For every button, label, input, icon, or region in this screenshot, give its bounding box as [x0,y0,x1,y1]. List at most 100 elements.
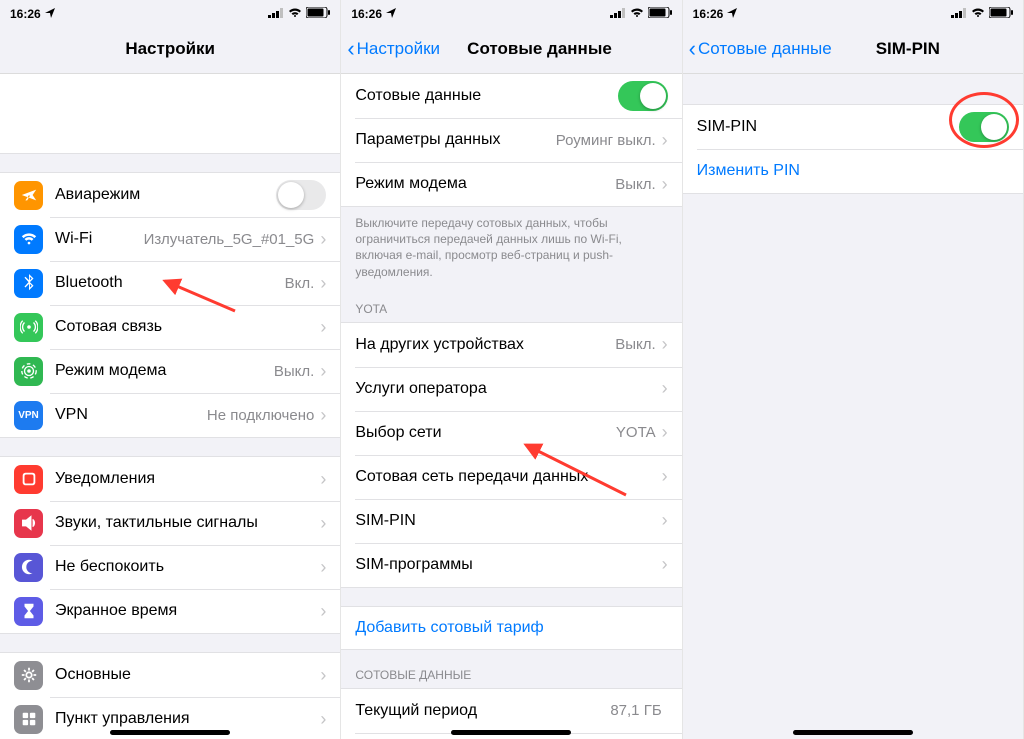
settings-row[interactable]: Не беспокоить› [0,545,340,589]
row-label: Режим модема [355,175,615,193]
nav-bar: ‹ Настройки Сотовые данные [341,24,681,74]
settings-row[interactable]: Текущий период87,1 ГБ [341,689,681,733]
row-value: Не подключено [207,407,314,424]
row-label: Текущий период [355,702,610,720]
bluetooth-icon [14,269,43,298]
chevron-right-icon: › [662,554,668,575]
general-group: Основные›Пункт управления›AAЭкран и ярко… [0,652,340,739]
chevron-right-icon: › [662,510,668,531]
row-label: Сотовая связь [55,318,320,336]
connectivity-group: АвиарежимWi-FiИзлучатель_5G_#01_5G›Bluet… [0,172,340,438]
home-indicator [451,730,571,735]
status-time: 16:26 [10,7,41,21]
home-indicator [110,730,230,735]
carrier-group: На других устройствахВыкл.›Услуги операт… [341,322,681,588]
airplane-icon [14,181,43,210]
simpin-content: SIM-PIN Изменить PIN [683,74,1023,739]
chevron-right-icon: › [662,130,668,151]
row-label: Параметры данных [355,131,555,149]
settings-row[interactable]: Основные› [0,653,340,697]
settings-row[interactable]: SIM-PIN [683,105,1023,149]
add-plan-row[interactable]: Добавить сотовый тариф [341,606,681,650]
chevron-right-icon: › [320,469,326,490]
row-label: Выбор сети [355,424,616,442]
wifi-icon [630,7,644,21]
location-icon [727,7,737,21]
back-label: Сотовые данные [698,39,832,59]
back-button[interactable]: ‹ Настройки [347,38,440,60]
settings-row[interactable]: Сотовая сеть передачи данных› [341,455,681,499]
row-value: YOTA [616,424,656,441]
settings-row[interactable]: Wi-FiИзлучатель_5G_#01_5G› [0,217,340,261]
cellular-pane: 16:26 ‹ Настройки Сотовые данные Сотовые… [341,0,682,739]
chevron-right-icon: › [320,317,326,338]
row-label: Экранное время [55,602,320,620]
hotspot-icon [14,357,43,386]
chevron-right-icon: › [662,466,668,487]
row-value: Роуминг выкл. [556,132,656,149]
dnd-icon [14,553,43,582]
row-label: На других устройствах [355,336,615,354]
toggle-switch[interactable] [959,112,1009,142]
settings-row[interactable]: Уведомления› [0,457,340,501]
row-label: Звуки, тактильные сигналы [55,514,320,532]
wifi-icon [288,7,302,21]
toggle-switch[interactable] [618,81,668,111]
cellular-main-group: Сотовые данныеПараметры данныхРоуминг вы… [341,74,681,207]
chevron-right-icon: › [320,601,326,622]
settings-row[interactable]: Сотовые данные [341,74,681,118]
status-bar: 16:26 [0,4,340,24]
battery-icon [648,7,672,21]
row-label: Основные [55,666,320,684]
settings-row[interactable]: Экранное время› [0,589,340,633]
back-button[interactable]: ‹ Сотовые данные [689,38,832,60]
row-label: Уведомления [55,470,320,488]
sounds-icon [14,509,43,538]
row-label: Не беспокоить [55,558,320,576]
settings-row[interactable]: На других устройствахВыкл. › [341,323,681,367]
row-label: Bluetooth [55,274,285,292]
chevron-right-icon: › [662,378,668,399]
notifications-group: Уведомления›Звуки, тактильные сигналы›Не… [0,456,340,634]
row-label: Изменить PIN [697,162,1009,180]
nav-bar: Настройки [0,24,340,74]
settings-row[interactable]: Режим модемаВыкл.› [341,162,681,206]
settings-row[interactable]: Изменить PIN [683,149,1023,193]
settings-row[interactable]: SIM-программы› [341,543,681,587]
settings-row[interactable]: SIM-PIN› [341,499,681,543]
row-label: Сотовая сеть передачи данных [355,468,661,486]
signal-icon [268,7,284,21]
row-label: Услуги оператора [355,380,661,398]
settings-row[interactable]: VPNVPNНе подключено› [0,393,340,437]
chevron-right-icon: › [320,557,326,578]
wifi-icon [971,7,985,21]
settings-row[interactable]: Звуки, тактильные сигналы› [0,501,340,545]
row-label: SIM-программы [355,556,661,574]
profile-block[interactable] [0,74,340,154]
chevron-left-icon: ‹ [347,38,354,60]
settings-row[interactable]: Авиарежим [0,173,340,217]
battery-icon [306,7,330,21]
chevron-right-icon: › [662,422,668,443]
usage-header: СОТОВЫЕ ДАННЫЕ [341,650,681,688]
cellular-note: Выключите передачу сотовых данных, чтобы… [341,207,681,284]
location-icon [386,7,396,21]
settings-row[interactable]: Услуги оператора› [341,367,681,411]
row-value: 87,1 ГБ [610,702,661,719]
carrier-header: YOTA [341,284,681,322]
signal-icon [610,7,626,21]
settings-row[interactable]: Выбор сетиYOTA › [341,411,681,455]
cellular-icon [14,313,43,342]
status-bar: 16:26 [341,4,681,24]
settings-row[interactable]: BluetoothВкл.› [0,261,340,305]
nav-bar: ‹ Сотовые данные SIM-PIN [683,24,1023,74]
cellular-content: Сотовые данныеПараметры данныхРоуминг вы… [341,74,681,739]
wifi-icon [14,225,43,254]
chevron-right-icon: › [662,334,668,355]
vpn-icon: VPN [14,401,43,430]
settings-row[interactable]: Режим модемаВыкл.› [0,349,340,393]
settings-row[interactable]: Сотовая связь› [0,305,340,349]
settings-row[interactable]: Параметры данныхРоуминг выкл. › [341,118,681,162]
row-value: Выкл. [615,336,655,353]
toggle-switch[interactable] [276,180,326,210]
